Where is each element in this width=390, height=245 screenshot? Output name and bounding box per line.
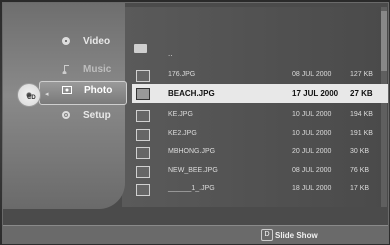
file-size: 194 KB xyxy=(350,111,373,118)
selection-arrow-icon: ◂ xyxy=(45,91,49,98)
slide-show-label[interactable]: Slide Show xyxy=(275,231,318,240)
photo-thumbnail-icon xyxy=(136,88,150,100)
file-name: MBHONG.JPG xyxy=(168,148,216,155)
scroll-thumb[interactable] xyxy=(381,11,387,71)
file-row[interactable]: 176.JPG 08 JUL 2000 127 KB xyxy=(132,66,388,85)
file-row[interactable]: MBHONG.JPG 20 JUL 2000 30 KB xyxy=(132,143,388,162)
photo-icon xyxy=(62,85,72,95)
file-date: 17 JUL 2000 xyxy=(292,89,339,98)
file-size: 30 KB xyxy=(350,148,370,155)
file-date: 10 JUL 2000 xyxy=(292,130,332,137)
file-name: KE.JPG xyxy=(168,111,193,118)
photo-thumbnail-icon xyxy=(136,166,150,178)
file-name: NEW_BEE.JPG xyxy=(168,167,218,174)
photo-thumbnail-icon xyxy=(136,147,150,159)
disc-label: CD xyxy=(27,95,36,101)
file-size: 17 KB xyxy=(350,185,370,192)
file-row[interactable]: NEW_BEE.JPG 08 JUL 2000 76 KB xyxy=(132,162,388,181)
photo-thumbnail-icon xyxy=(136,184,150,196)
photo-thumbnail-icon xyxy=(136,70,150,82)
video-icon xyxy=(61,36,71,46)
file-name: 176.JPG xyxy=(168,71,196,78)
file-row-selected[interactable]: BEACH.JPG 17 JUL 2000 27 KB xyxy=(132,84,388,103)
tab-photo-label: Photo xyxy=(84,85,113,96)
tab-setup-label: Setup xyxy=(83,110,111,121)
tab-video-label: Video xyxy=(83,36,111,47)
parent-folder-label[interactable]: .. xyxy=(168,49,172,58)
tab-music-label: Music xyxy=(83,64,112,75)
file-size: 127 KB xyxy=(350,71,373,78)
menu-frame: Video Music Photo Setup CD ◂ .. 176.JPG … xyxy=(2,2,389,244)
d-button-icon[interactable]: D xyxy=(261,229,273,241)
footer-bar xyxy=(3,225,388,243)
folder-icon[interactable] xyxy=(134,44,147,53)
file-date: 08 JUL 2000 xyxy=(292,167,332,174)
file-size: 27 KB xyxy=(350,89,373,98)
file-date: 10 JUL 2000 xyxy=(292,111,332,118)
file-date: 08 JUL 2000 xyxy=(292,71,332,78)
file-name: ______1_.JPG xyxy=(168,185,215,192)
photo-thumbnail-icon xyxy=(136,110,150,122)
tab-photo[interactable]: Photo xyxy=(39,81,127,105)
file-row[interactable]: KE.JPG 10 JUL 2000 194 KB xyxy=(132,106,388,125)
file-row[interactable]: ______1_.JPG 18 JUL 2000 17 KB xyxy=(132,180,388,199)
left-menu-panel xyxy=(3,3,125,209)
setup-icon xyxy=(61,110,71,120)
dvd-screen: Video Music Photo Setup CD ◂ .. 176.JPG … xyxy=(0,0,390,245)
file-size: 76 KB xyxy=(350,167,370,174)
music-icon xyxy=(61,64,71,75)
file-size: 191 KB xyxy=(350,130,373,137)
file-name: KE2.JPG xyxy=(168,130,197,137)
photo-thumbnail-icon xyxy=(136,129,150,141)
file-row[interactable]: KE2.JPG 10 JUL 2000 191 KB xyxy=(132,125,388,144)
file-date: 18 JUL 2000 xyxy=(292,185,332,192)
file-date: 20 JUL 2000 xyxy=(292,148,332,155)
file-name: BEACH.JPG xyxy=(168,89,215,98)
